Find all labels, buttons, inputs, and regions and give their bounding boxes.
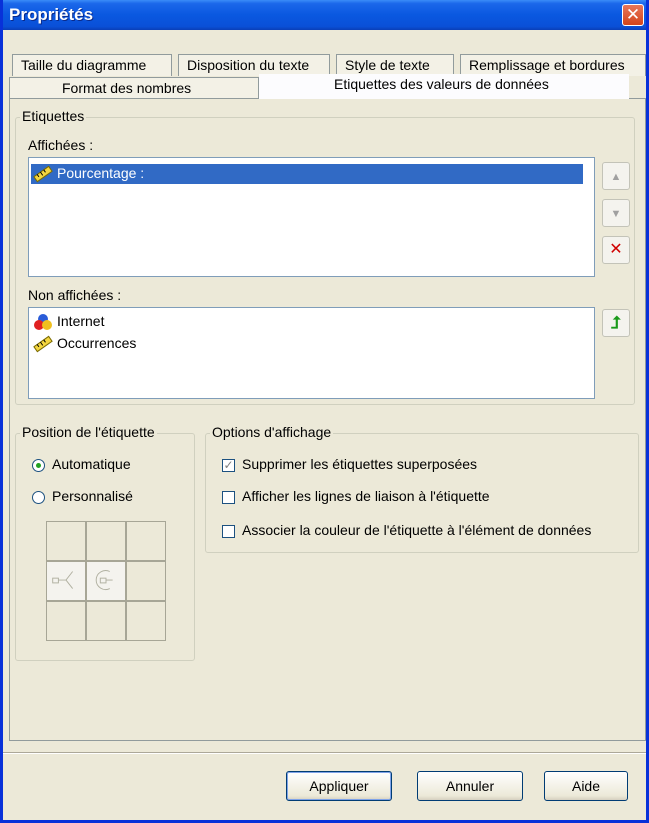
checkbox-leader-lines-label[interactable]: Afficher les lignes de liaison à l'étiqu… [242, 488, 490, 504]
grid-cell-center [86, 561, 126, 601]
shown-listbox[interactable]: Pourcentage : [28, 157, 595, 277]
remove-button[interactable]: ✕ [602, 236, 630, 264]
position-group-title: Position de l'étiquette [20, 424, 157, 440]
grid-cell [46, 601, 86, 641]
checkbox-leader-lines[interactable] [222, 491, 235, 504]
radio-automatic-label[interactable]: Automatique [52, 456, 131, 472]
grid-cell [126, 601, 166, 641]
list-item-pourcentage[interactable]: Pourcentage : [30, 163, 584, 185]
radio-custom-label[interactable]: Personnalisé [52, 488, 133, 504]
apply-button[interactable]: Appliquer [286, 771, 392, 801]
list-item-internet[interactable]: Internet [31, 312, 104, 332]
add-button[interactable]: ⮥ [602, 309, 630, 337]
arrow-up-icon: ▲ [610, 171, 622, 183]
tab-data-value-labels[interactable]: Etiquettes des valeurs de données [259, 74, 629, 99]
checkbox-match-color[interactable] [222, 525, 235, 538]
labels-group-title: Etiquettes [20, 108, 87, 124]
arrow-down-icon: ▼ [610, 208, 622, 220]
grid-cell-left [46, 561, 86, 601]
cancel-button[interactable]: Annuler [417, 771, 523, 801]
radio-automatic[interactable] [32, 459, 45, 472]
hidden-listbox[interactable]: Internet Occurrences [28, 307, 595, 399]
checkbox-suppress-overlap[interactable]: ✓ [222, 459, 235, 472]
tab-text-style[interactable]: Style de texte [336, 54, 454, 76]
curved-arrow-up-icon: ⮥ [610, 313, 622, 332]
move-down-button[interactable]: ▼ [602, 199, 630, 227]
checkbox-suppress-overlap-label[interactable]: Supprimer les étiquettes superposées [242, 456, 477, 472]
label-center-icon [95, 570, 113, 590]
properties-window: Propriétés ✕ Taille du diagramme Disposi… [0, 0, 649, 823]
move-up-button[interactable]: ▲ [602, 162, 630, 190]
ruler-icon [33, 335, 53, 353]
close-icon: ✕ [625, 5, 641, 24]
display-options-title: Options d'affichage [210, 424, 334, 440]
tab-panel: Etiquettes Affichées : Pourcentage : ▲ ▼… [9, 98, 646, 741]
radio-custom[interactable] [32, 491, 45, 504]
grid-cell [86, 601, 126, 641]
remove-icon: ✕ [609, 241, 623, 258]
title-bar[interactable]: Propriétés ✕ [3, 0, 646, 30]
grid-cell [46, 521, 86, 561]
list-item-occurrences[interactable]: Occurrences [31, 334, 136, 354]
hidden-label: Non affichées : [28, 287, 122, 303]
list-item-label: Internet [57, 313, 105, 329]
close-button[interactable]: ✕ [622, 4, 644, 26]
window-title: Propriétés [9, 5, 94, 24]
grid-cell [126, 561, 166, 601]
tab-number-format[interactable]: Format des nombres [9, 77, 259, 99]
tab-chart-size[interactable]: Taille du diagramme [12, 54, 172, 76]
colors-icon [34, 314, 52, 330]
tab-text-layout[interactable]: Disposition du texte [178, 54, 330, 76]
grid-cell [126, 521, 166, 561]
list-item-label: Occurrences [57, 335, 137, 351]
list-item-label: Pourcentage : [57, 165, 145, 181]
ruler-icon [33, 165, 53, 183]
footer-divider [3, 752, 646, 754]
checkbox-match-color-label[interactable]: Associer la couleur de l'étiquette à l'é… [242, 522, 591, 538]
help-button[interactable]: Aide [544, 771, 628, 801]
tab-fill-borders[interactable]: Remplissage et bordures [460, 54, 646, 76]
grid-cell [86, 521, 126, 561]
label-left-icon [52, 571, 74, 589]
shown-label: Affichées : [28, 137, 94, 153]
position-grid [46, 521, 168, 643]
